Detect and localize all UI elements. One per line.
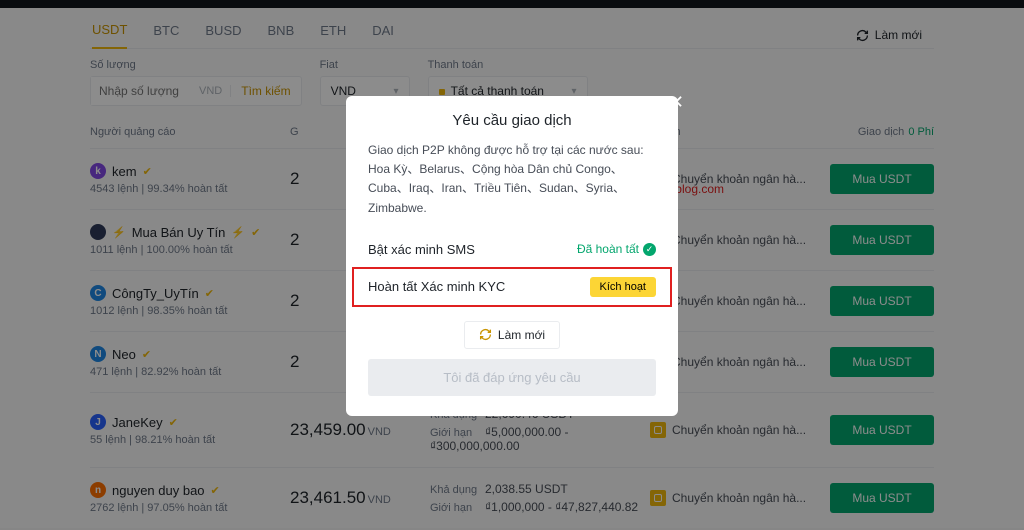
sms-requirement-row: Bật xác minh SMS Đã hoàn tất ✓ <box>346 232 678 267</box>
refresh-icon <box>479 328 492 341</box>
close-icon[interactable]: ✕ <box>669 92 684 113</box>
kyc-requirement-row: Hoàn tất Xác minh KYC Kích hoạt <box>352 267 672 307</box>
sms-label: Bật xác minh SMS <box>368 242 475 257</box>
trade-requirement-modal: ✕ Yêu cầu giao dịch Giao dịch P2P không … <box>346 96 678 416</box>
kyc-label: Hoàn tất Xác minh KYC <box>368 279 505 294</box>
activate-kyc-button[interactable]: Kích hoạt <box>590 277 656 297</box>
check-circle-icon: ✓ <box>643 243 656 256</box>
sms-status: Đã hoàn tất ✓ <box>577 242 656 256</box>
modal-title: Yêu cầu giao dịch <box>346 96 678 141</box>
confirm-button: Tôi đã đáp ứng yêu cầu <box>368 359 656 396</box>
modal-refresh-button[interactable]: Làm mới <box>464 321 560 349</box>
modal-description: Giao dịch P2P không được hỗ trợ tại các … <box>346 141 678 232</box>
modal-overlay: ✕ Yêu cầu giao dịch Giao dịch P2P không … <box>0 0 1024 530</box>
